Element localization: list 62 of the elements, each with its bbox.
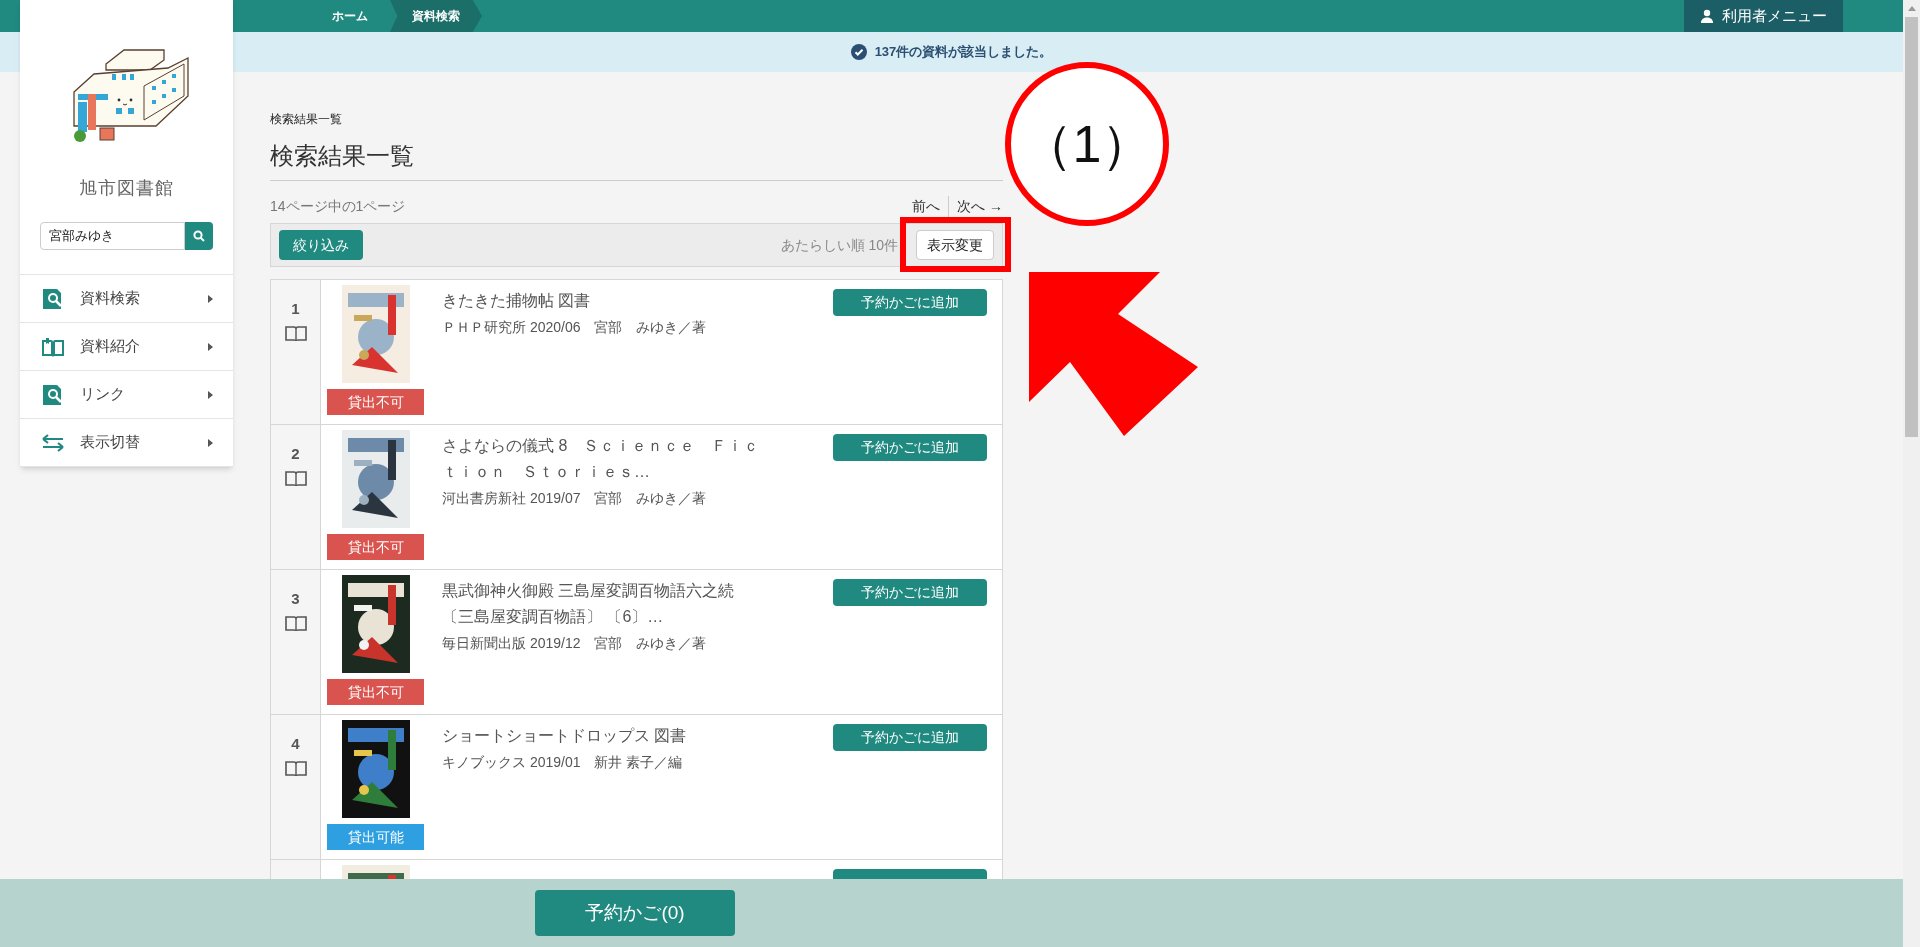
- availability-badge: 貸出不可: [327, 389, 424, 415]
- library-name: 旭市図書館: [78, 177, 175, 200]
- swap-arrows-icon: [41, 433, 65, 452]
- book-icon: [284, 614, 307, 631]
- sidebar-menu-item[interactable]: リンク: [20, 371, 233, 419]
- result-number: 3: [291, 589, 300, 609]
- book-meta: 河出書房新社 2019/07 宮部 みゆき／著: [442, 489, 708, 508]
- breadcrumb-link[interactable]: ホーム: [310, 0, 390, 32]
- result-count-notice: 137件の資料が該当しました。: [874, 43, 1053, 62]
- filter-button[interactable]: 絞り込み: [279, 230, 363, 260]
- scroll-up-icon[interactable]: [1907, 6, 1916, 11]
- availability-badge: 貸出不可: [327, 679, 424, 705]
- sidebar-menu-item[interactable]: 資料検索: [20, 275, 233, 323]
- document-search-icon: [42, 383, 64, 406]
- page-title: 検索結果一覧: [270, 138, 1003, 181]
- book-icon: [284, 759, 307, 776]
- breadcrumb-link[interactable]: 資料検索: [390, 0, 482, 32]
- search-button[interactable]: [185, 222, 213, 250]
- next-link[interactable]: 次へ →: [957, 195, 1003, 217]
- caret-icon: [208, 342, 213, 351]
- document-search-icon: [42, 287, 64, 310]
- book-title-link[interactable]: 黒武御神火御殿 三島屋変調百物語六之続〔三島屋変調百物語〕 〔6〕…: [442, 578, 764, 630]
- sidebar-menu-label: 資料紹介: [80, 336, 141, 357]
- annotation-label: （1）: [1005, 62, 1169, 226]
- book-title-link[interactable]: きたきた捕物帖 図書: [442, 288, 764, 314]
- caret-icon: [208, 294, 213, 303]
- search-field[interactable]: 宮部みゆき: [40, 222, 185, 250]
- result-number: 4: [291, 734, 300, 754]
- availability-badge: 貸出可能: [327, 824, 424, 850]
- result-number: 1: [291, 299, 300, 319]
- add-to-cart-button[interactable]: 予約かごに追加: [833, 289, 987, 316]
- book-icon: [284, 469, 307, 486]
- cart-button[interactable]: 予約かご(0): [535, 890, 735, 936]
- book-title-link[interactable]: ショートショートドロップス 図書: [442, 723, 764, 749]
- availability-badge: 貸出不可: [327, 534, 424, 560]
- add-to-cart-button[interactable]: 予約かごに追加: [833, 724, 987, 751]
- display-change-button[interactable]: 表示変更: [916, 230, 994, 260]
- sidebar-menu-label: 表示切替: [80, 432, 141, 453]
- book-meta: ＰＨＰ研究所 2020/06 宮部 みゆき／著: [442, 318, 708, 337]
- result-number: 2: [291, 444, 300, 464]
- sidebar-menu-item[interactable]: 資料紹介: [20, 323, 233, 371]
- check-circle-icon: [850, 44, 867, 60]
- search-icon: [193, 230, 205, 242]
- book-meta: 毎日新聞出版 2019/12 宮部 みゆき／著: [442, 634, 708, 653]
- add-to-cart-button[interactable]: 予約かごに追加: [833, 434, 987, 461]
- sidebar-menu-label: リンク: [80, 384, 126, 405]
- book-icon: [284, 324, 307, 341]
- page-info: 14ページ中の1ページ: [270, 196, 406, 216]
- sidebar-menu-item[interactable]: 表示切替: [20, 419, 233, 467]
- sort-info: あたらしい順 10件: [780, 235, 898, 255]
- book-title-link[interactable]: さよならの儀式 8 Ｓｃｉｅｎｃｅ Ｆｉｃｔｉｏｎ Ｓｔｏｒｉｅｓ…: [442, 433, 764, 485]
- sidebar-menu-label: 資料検索: [80, 288, 141, 309]
- book-icon: [41, 336, 65, 357]
- caret-icon: [208, 390, 213, 399]
- user-menu-button[interactable]: 利用者メニュー: [1684, 0, 1843, 32]
- add-to-cart-button[interactable]: 予約かごに追加: [833, 579, 987, 606]
- prev-link[interactable]: 前へ: [912, 195, 950, 217]
- book-meta: キノブックス 2019/01 新井 素子／編: [442, 753, 684, 772]
- user-icon: [1700, 9, 1714, 23]
- page-breadcrumb: 検索結果一覧: [270, 111, 343, 128]
- scrollbar[interactable]: [1903, 0, 1920, 947]
- caret-icon: [208, 438, 213, 447]
